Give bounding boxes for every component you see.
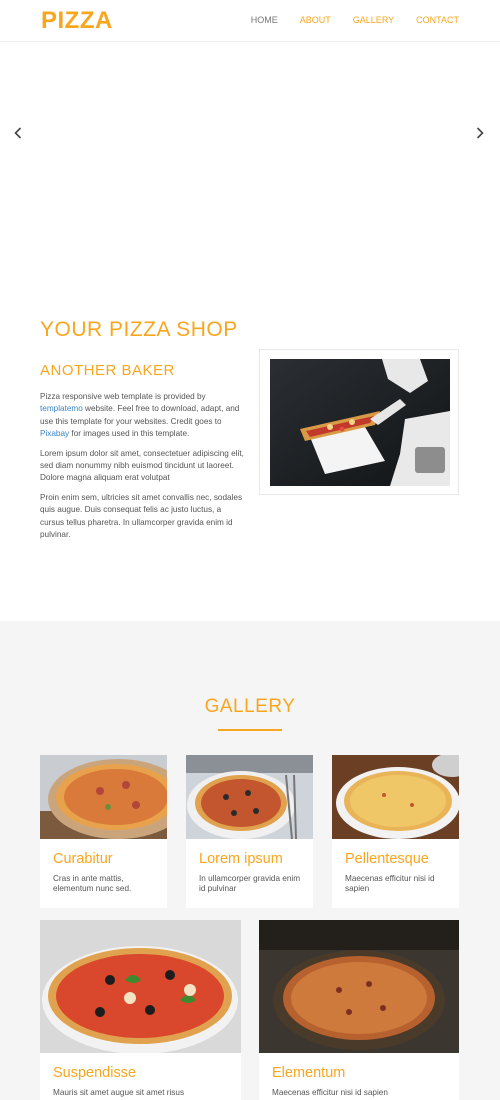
gallery-card-2-desc: In ullamcorper gravida enim id pulvinar: [199, 874, 301, 893]
nav-about[interactable]: ABOUT: [300, 15, 331, 25]
gallery-card-1-desc: Cras in ante mattis, elementum nunc sed.: [53, 874, 132, 893]
gallery-image-1: [40, 755, 167, 839]
gallery-title-underline: [218, 729, 282, 731]
about-subtitle: ANOTHER BAKER: [40, 362, 175, 379]
pixabay-link[interactable]: Pixabay: [40, 429, 69, 438]
hero-slider: [0, 42, 500, 270]
about-photo-frame: [259, 349, 459, 495]
gallery-card-2-title: Lorem ipsum: [199, 851, 283, 867]
site-header: PIZZA HOME ABOUT GALLERY CONTACT: [0, 0, 500, 42]
site-logo[interactable]: PIZZA: [41, 7, 113, 35]
about-paragraph-3: Proin enim sem, ultricies sit amet conva…: [40, 492, 243, 540]
gallery-image-4: [40, 920, 241, 1053]
gallery-card-5-desc: Maecenas efficitur nisi id sapien: [272, 1088, 388, 1097]
about-text: Pizza responsive web template is provide…: [40, 391, 245, 548]
nav-contact[interactable]: CONTACT: [416, 15, 459, 25]
nav-home[interactable]: HOME: [251, 15, 278, 25]
gallery-card-4[interactable]: Suspendisse Mauris sit amet augue sit am…: [40, 920, 241, 1100]
gallery-card-1[interactable]: Curabitur Cras in ante mattis, elementum…: [40, 755, 167, 908]
pizza-slice-photo: [270, 359, 450, 486]
about-p1-text: Pizza responsive web template is provide…: [40, 392, 206, 401]
gallery-card-3[interactable]: Pellentesque Maecenas efficitur nisi id …: [332, 755, 459, 908]
about-paragraph-2: Lorem ipsum dolor sit amet, consectetuer…: [40, 448, 244, 483]
about-title: YOUR PIZZA SHOP: [40, 318, 238, 341]
gallery-card-3-desc: Maecenas efficitur nisi id sapien: [345, 874, 435, 893]
gallery-image-5: [259, 920, 459, 1053]
about-paragraph-1: Pizza responsive web template is provide…: [40, 391, 245, 441]
nav-gallery[interactable]: GALLERY: [353, 15, 394, 25]
templatemo-link[interactable]: templatemo: [40, 404, 83, 413]
gallery-card-3-title: Pellentesque: [345, 851, 429, 867]
gallery-card-4-title: Suspendisse: [53, 1065, 137, 1081]
gallery-image-3: [332, 755, 459, 839]
chevron-right-icon[interactable]: [474, 126, 486, 140]
main-nav: HOME ABOUT GALLERY CONTACT: [251, 15, 459, 25]
gallery-card-5[interactable]: Elementum Maecenas efficitur nisi id sap…: [259, 920, 459, 1100]
gallery-card-2[interactable]: Lorem ipsum In ullamcorper gravida enim …: [186, 755, 313, 908]
gallery-card-4-desc: Mauris sit amet augue sit amet risus: [53, 1088, 185, 1097]
gallery-title: GALLERY: [204, 696, 296, 717]
gallery-card-5-title: Elementum: [272, 1065, 346, 1081]
chevron-left-icon[interactable]: [12, 126, 24, 140]
gallery-image-2: [186, 755, 313, 839]
gallery-card-1-title: Curabitur: [53, 851, 113, 867]
about-p1-text-3: for images used in this template.: [69, 429, 190, 439]
